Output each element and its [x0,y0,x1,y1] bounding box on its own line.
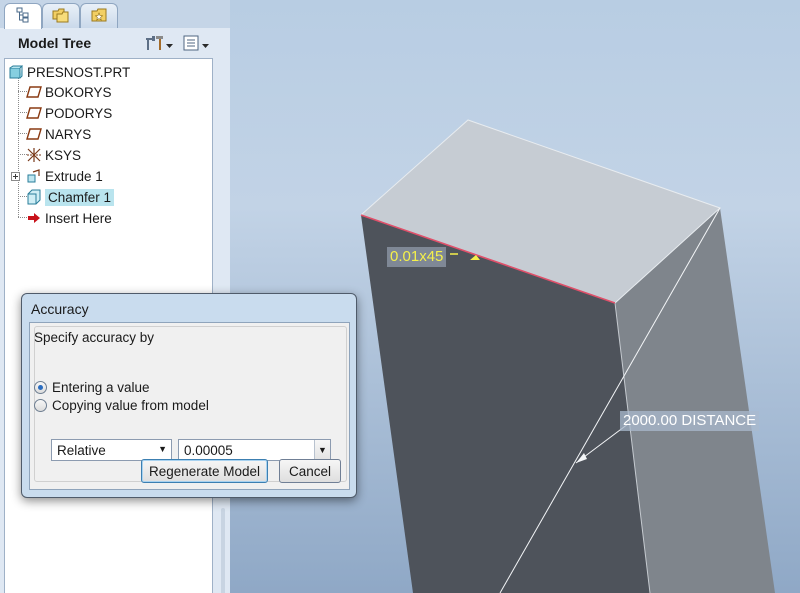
model-tree-tab-icon [15,7,31,26]
chamfer-dimension-label[interactable]: 0.01x45 [387,247,447,267]
tab-model-tree[interactable] [4,3,42,29]
datum-plane-icon [25,126,43,142]
accuracy-dialog: Accuracy Specify accuracy by Entering a … [21,293,357,498]
panel-tab-strip [0,0,230,29]
group-label: Specify accuracy by [34,330,155,345]
model-tree-header: Model Tree [0,28,222,58]
chevron-down-icon [202,37,210,52]
cancel-button[interactable]: Cancel [279,459,341,483]
tree-item-label: NARYS [45,126,92,142]
tree-item-label: BOKORYS [45,84,112,100]
dialog-body: Specify accuracy by Entering a value Cop… [29,322,350,490]
regenerate-model-button[interactable]: Regenerate Model [141,459,268,483]
tab-folder-browser[interactable] [42,3,80,28]
dialog-title: Accuracy [31,301,89,317]
tree-item-extrude-1[interactable]: Extrude 1 [9,166,212,186]
list-icon [182,34,202,55]
settings-menu-button[interactable] [144,34,176,54]
tree-item-label: PRESNOST.PRT [27,64,131,80]
tab-favorites[interactable] [80,3,118,28]
tree-item-podorys[interactable]: PODORYS [25,103,212,123]
extrude-icon [25,168,43,184]
chamfer-icon [25,189,43,205]
tree-item-narys[interactable]: NARYS [25,124,212,144]
part-icon [7,64,25,80]
tree-item-insert-here[interactable]: Insert Here [25,208,212,228]
mode-select-value: Relative [57,442,106,458]
radio-copying-value[interactable]: Copying value from model [34,398,209,413]
radio-selected-icon [34,381,47,394]
favorites-tab-icon [90,7,108,26]
datum-plane-icon [25,84,43,100]
insert-arrow-icon [25,210,43,226]
tree-item-label: PODORYS [45,105,113,121]
tree-item-label: KSYS [45,147,82,163]
coordinate-system-icon [25,147,43,163]
tree-item-bokorys[interactable]: BOKORYS [25,82,212,102]
datum-plane-icon [25,105,43,121]
chevron-down-icon[interactable]: ▼ [314,440,330,460]
expand-icon[interactable] [9,171,21,181]
tree-root[interactable]: PRESNOST.PRT [7,62,212,82]
scrollbar-thumb[interactable] [221,508,225,593]
show-menu-button[interactable] [182,34,214,54]
tree-item-label: Chamfer 1 [45,188,115,206]
radio-label: Entering a value [52,380,150,395]
tree-item-ksys[interactable]: KSYS [25,145,212,165]
accuracy-value-input[interactable]: 0.00005 ▼ [178,439,331,461]
chevron-down-icon: ▼ [158,444,167,454]
folder-browser-tab-icon [52,7,70,26]
panel-title: Model Tree [18,35,92,51]
radio-unselected-icon [34,399,47,412]
tools-icon [144,34,166,55]
accuracy-value-text: 0.00005 [184,442,233,458]
radio-entering-value[interactable]: Entering a value [34,380,150,395]
tree-item-label: Extrude 1 [45,168,103,184]
accuracy-mode-select[interactable]: Relative ▼ [51,439,172,461]
tree-item-label: Insert Here [45,210,112,226]
distance-measure-label[interactable]: 2000.00 DISTANCE [620,411,760,431]
tree-item-chamfer-1[interactable]: Chamfer 1 [25,187,212,207]
radio-label: Copying value from model [52,398,209,413]
chevron-down-icon [166,37,174,52]
